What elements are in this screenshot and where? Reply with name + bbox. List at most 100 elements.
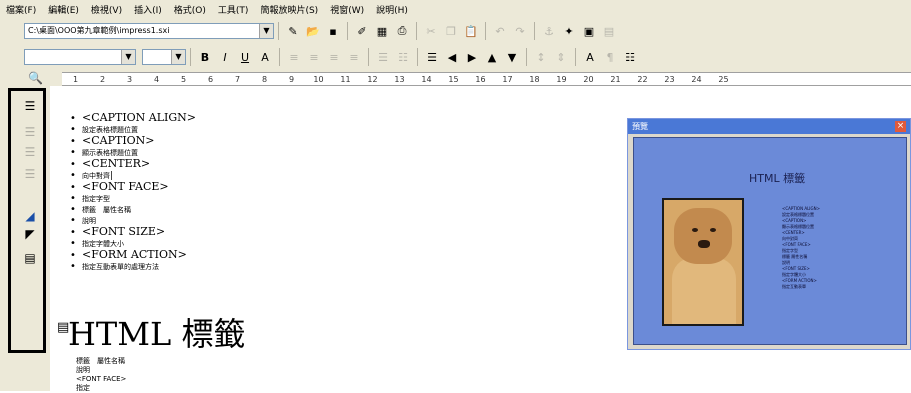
toolbar-separator <box>416 22 417 40</box>
print-icon[interactable]: ⎙ <box>394 23 410 39</box>
bold-icon[interactable]: B <box>197 49 213 65</box>
ruler-number: 4 <box>153 74 160 84</box>
slide-title[interactable]: HTML 標籤 <box>68 314 245 354</box>
move-up-icon[interactable]: ▲ <box>484 49 500 65</box>
ruler-number: 23 <box>664 74 675 84</box>
outline-subitem[interactable]: • 指定互動表單的處理方法 <box>70 261 196 272</box>
menu-edit[interactable]: 編輯(E) <box>42 3 85 16</box>
outline-item[interactable]: • <FONT FACE> <box>70 180 196 194</box>
horizontal-ruler[interactable]: 1 2 3 4 5 6 7 8 9 10 11 12 13 14 15 16 1… <box>62 72 911 86</box>
ruler-number: 21 <box>610 74 621 84</box>
demote-icon[interactable]: ▶ <box>464 49 480 65</box>
zoom-icon[interactable]: 🔍 <box>28 71 43 85</box>
outline-item[interactable]: • <CAPTION> <box>70 135 196 148</box>
align-center-icon[interactable]: ≡ <box>306 49 322 65</box>
ruler-number: 18 <box>529 74 540 84</box>
outline-item[interactable]: • <FORM ACTION> <box>70 248 196 262</box>
menu-help[interactable]: 說明(H) <box>370 3 414 16</box>
open-folder-icon[interactable]: 📂 <box>305 23 321 39</box>
numbering-icon[interactable]: ☷ <box>395 49 411 65</box>
preview-title: 預覽 <box>632 122 648 131</box>
toolbar-separator <box>190 48 191 66</box>
promote-icon[interactable]: ◀ <box>444 49 460 65</box>
ruler-number: 22 <box>637 74 648 84</box>
navigator-icon[interactable]: ✦ <box>561 23 577 39</box>
paste-icon[interactable]: 📋 <box>463 23 479 39</box>
outline-text[interactable]: 說明 <box>76 366 126 375</box>
font-size-combo[interactable]: ▼ <box>142 49 186 65</box>
document-path-combo[interactable]: C:\桌面\OOO第九章範例\impress1.sxi ▼ <box>24 23 274 39</box>
menu-bar: 檔案(F) 編輯(E) 檢視(V) 插入(I) 格式(O) 工具(T) 簡報放映… <box>0 0 911 18</box>
ruler-number: 9 <box>288 74 295 84</box>
menu-view[interactable]: 檢視(V) <box>85 3 128 16</box>
slide-sub-lines: 標籤 屬性名稱 說明 <FONT FACE> 指定 <box>76 357 126 393</box>
edit-mode-icon[interactable]: ✐ <box>354 23 370 39</box>
underline-icon[interactable]: U <box>237 49 253 65</box>
italic-icon[interactable]: I <box>217 49 233 65</box>
character-icon[interactable]: A <box>582 49 598 65</box>
outline-text[interactable]: 標籤 屬性名稱 <box>76 357 126 366</box>
align-right-icon[interactable]: ≡ <box>326 49 342 65</box>
preview-titlebar[interactable]: 預覽 × <box>628 119 910 134</box>
outline-text[interactable]: <FONT FACE> <box>76 375 126 384</box>
data-sources-icon[interactable]: ▤ <box>601 23 617 39</box>
paragraph-icon[interactable]: ¶ <box>602 49 618 65</box>
hyperlink-icon[interactable]: ⚓ <box>541 23 557 39</box>
spacing-icon[interactable]: ⇕ <box>553 49 569 65</box>
toolbar-separator <box>575 48 576 66</box>
outline-title: <FONT FACE> <box>82 180 169 193</box>
bullets-icon[interactable]: ☰ <box>375 49 391 65</box>
line-spacing-icon[interactable]: ↕ <box>533 49 549 65</box>
outline-subitem[interactable]: • 指定字型 <box>70 193 196 204</box>
font-name-combo[interactable]: ▼ <box>24 49 136 65</box>
menu-file[interactable]: 檔案(F) <box>0 3 42 16</box>
save-icon[interactable]: ▪ <box>325 23 341 39</box>
redo-icon[interactable]: ↷ <box>512 23 528 39</box>
menu-insert[interactable]: 插入(I) <box>128 3 168 16</box>
edit-file-icon[interactable]: ✎ <box>285 23 301 39</box>
outline-text[interactable]: 指定 <box>76 384 126 393</box>
bullets-dialog-icon[interactable]: ☷ <box>622 49 638 65</box>
ruler-number: 12 <box>367 74 378 84</box>
justify-icon[interactable]: ≡ <box>346 49 362 65</box>
outline-text: 指定互動表單的處理方法 <box>82 263 159 271</box>
align-left-icon[interactable]: ≡ <box>286 49 302 65</box>
chevron-down-icon[interactable]: ▼ <box>171 50 185 64</box>
chevron-down-icon[interactable]: ▼ <box>121 50 135 64</box>
undo-icon[interactable]: ↶ <box>492 23 508 39</box>
ruler-number: 17 <box>502 74 513 84</box>
gallery-icon[interactable]: ▣ <box>581 23 597 39</box>
ruler-number: 20 <box>583 74 594 84</box>
move-down-icon[interactable]: ▼ <box>504 49 520 65</box>
ruler-number: 5 <box>180 74 187 84</box>
ruler-number: 11 <box>340 74 351 84</box>
bullet-toggle-icon[interactable]: ☰ <box>424 49 440 65</box>
ruler-number: 25 <box>718 74 729 84</box>
copy-icon[interactable]: ❐ <box>443 23 459 39</box>
toolbar-separator <box>526 48 527 66</box>
object-toolbar: ▼ ▼ B I U A ≡ ≡ ≡ ≡ ☰ ☷ ☰ ◀ ▶ ▲ ▼ ↕ ⇕ A … <box>0 44 911 70</box>
dog-head <box>674 208 732 264</box>
menu-window[interactable]: 視窗(W) <box>324 3 370 16</box>
ruler-number: 7 <box>234 74 241 84</box>
close-icon[interactable]: × <box>895 121 906 132</box>
preview-window: 預覽 × HTML 標籤 <CAPTION ALIGN> 設定表格標題位置 <C… <box>627 118 911 350</box>
ruler-number: 6 <box>207 74 214 84</box>
outline-item[interactable]: • <CAPTION ALIGN> <box>70 112 196 125</box>
export-pdf-icon[interactable]: ▦ <box>374 23 390 39</box>
slide-preview-list: <CAPTION ALIGN> 設定表格標題位置 <CAPTION> 顯示表格標… <box>782 206 820 290</box>
ruler-number: 10 <box>313 74 324 84</box>
shadow-icon[interactable]: A <box>257 49 273 65</box>
menu-tools[interactable]: 工具(T) <box>212 3 255 16</box>
outline-title: <FORM ACTION> <box>82 248 187 261</box>
outline-item[interactable]: • <FONT SIZE> <box>70 226 196 239</box>
outline-item[interactable]: • <CENTER> <box>70 157 196 171</box>
toolbar-separator <box>534 22 535 40</box>
cut-icon[interactable]: ✂ <box>423 23 439 39</box>
menu-format[interactable]: 格式(O) <box>168 3 212 16</box>
outline-subitem[interactable]: • 標籤 屬性名稱 <box>70 204 196 215</box>
slide-preview[interactable]: HTML 標籤 <CAPTION ALIGN> 設定表格標題位置 <CAPTIO… <box>633 137 907 345</box>
outline-title: <CENTER> <box>82 157 151 170</box>
menu-slideshow[interactable]: 簡報放映片(S) <box>254 3 324 16</box>
chevron-down-icon[interactable]: ▼ <box>259 24 273 38</box>
